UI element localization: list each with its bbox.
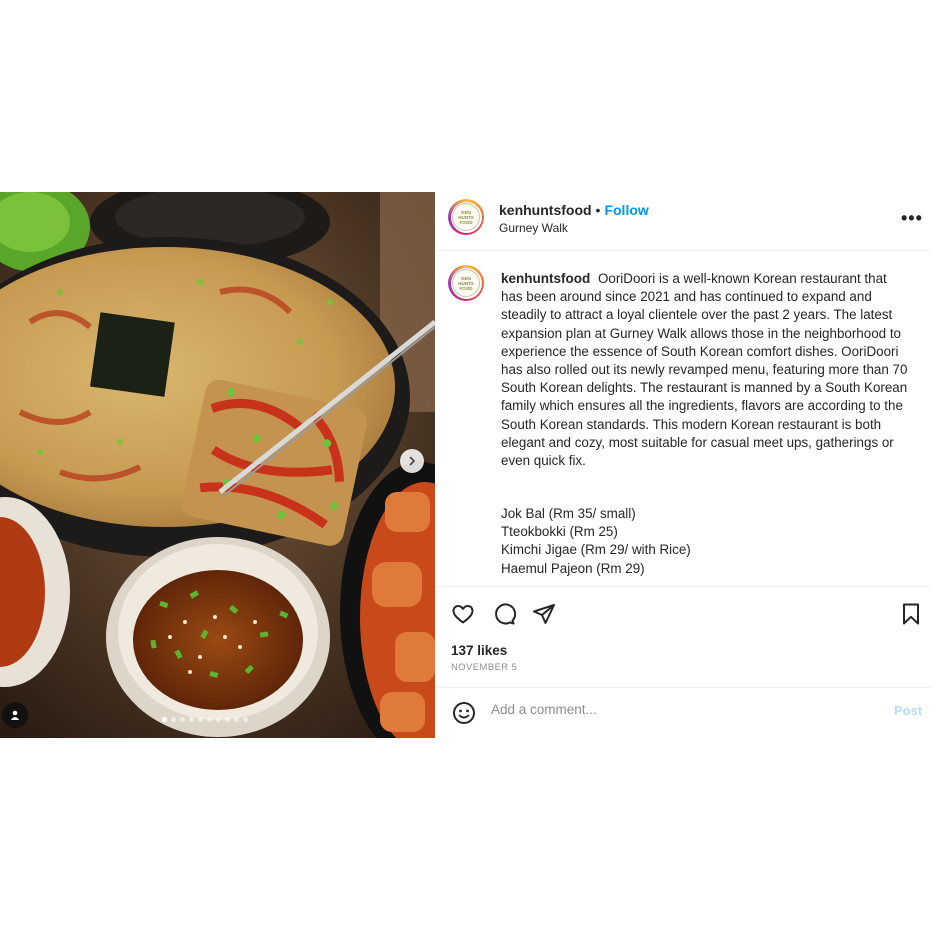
menu-price-list: Jok Bal (Rm 35/ small) Tteokbokki (Rm 25… (501, 505, 911, 578)
carousel-dot (234, 717, 239, 722)
food-photo-illustration (0, 192, 435, 738)
user-tag-icon (10, 710, 20, 720)
more-options-icon[interactable]: ••• (901, 208, 923, 229)
likes-count[interactable]: 137 likes (451, 643, 507, 658)
share-button[interactable] (532, 602, 556, 631)
caption-username-link[interactable]: kenhuntsfood (501, 271, 590, 286)
divider (435, 586, 931, 587)
post-comment-button[interactable]: Post (894, 703, 922, 718)
add-comment-bar: Post (435, 688, 931, 738)
list-item: Kimchi Jigae (Rm 29/ with Rice) (501, 542, 691, 558)
avatar-ring-inner: KEN HUNTS FOOD (450, 201, 482, 233)
post-photo[interactable] (0, 192, 435, 738)
carousel-indicator (162, 717, 248, 722)
caption-scroll-area[interactable]: KEN HUNTS FOOD kenhuntsfood OoriDoori is… (435, 252, 931, 584)
chevron-right-icon (409, 456, 416, 466)
list-item: Haemul Pajeon (Rm 29) (501, 560, 645, 576)
follow-button[interactable]: Follow (604, 202, 648, 218)
avatar-logo: KEN HUNTS FOOD (452, 203, 480, 231)
separator-dot: • (595, 202, 601, 218)
avatar-ring-inner: KEN HUNTS FOOD (450, 267, 482, 299)
instagram-post: KEN HUNTS FOOD kenhuntsfood • Follow Gurne… (0, 192, 931, 738)
avatar[interactable]: KEN HUNTS FOOD (448, 265, 484, 301)
save-button[interactable] (899, 602, 923, 631)
like-button[interactable] (451, 602, 475, 631)
post-header: KEN HUNTS FOOD kenhuntsfood • Follow Gurne… (435, 192, 931, 250)
list-item: Tteokbokki (Rm 25) (501, 524, 618, 540)
emoji-button[interactable] (452, 701, 476, 730)
post-actions-bar (435, 596, 931, 636)
post-date: NOVEMBER 5 (451, 662, 518, 673)
comment-icon (495, 603, 517, 625)
location-link[interactable]: Gurney Walk (499, 221, 568, 235)
bookmark-icon (903, 603, 919, 625)
carousel-dot (243, 717, 248, 722)
carousel-dot (225, 717, 230, 722)
share-icon (533, 604, 555, 624)
carousel-dot (207, 717, 212, 722)
heart-icon (452, 605, 474, 624)
carousel-next-button[interactable] (400, 449, 424, 473)
logo-line: FOOD (459, 285, 473, 291)
username-link[interactable]: kenhuntsfood (499, 202, 592, 218)
carousel-dot (189, 717, 194, 722)
list-item: Jok Bal (Rm 35/ small) (501, 506, 636, 521)
carousel-dot (162, 717, 167, 722)
carousel-dot (180, 717, 185, 722)
divider (435, 250, 931, 251)
comment-button[interactable] (492, 602, 517, 631)
carousel-dot (198, 717, 203, 722)
user-tag-button[interactable] (2, 702, 28, 728)
carousel-dot (171, 717, 176, 722)
post-caption: kenhuntsfood OoriDoori is a well-known K… (501, 270, 911, 470)
caption-text: OoriDoori is a well-known Korean restaur… (501, 271, 908, 469)
post-details-panel: KEN HUNTS FOOD kenhuntsfood • Follow Gurne… (435, 192, 931, 738)
avatar[interactable]: KEN HUNTS FOOD (448, 199, 484, 235)
comment-input[interactable] (491, 702, 871, 717)
avatar-logo: KEN HUNTS FOOD (452, 269, 480, 297)
emoji-icon (453, 702, 475, 724)
header-user-line: kenhuntsfood • Follow (499, 202, 649, 218)
logo-line: FOOD (459, 219, 473, 225)
carousel-dot (216, 717, 221, 722)
